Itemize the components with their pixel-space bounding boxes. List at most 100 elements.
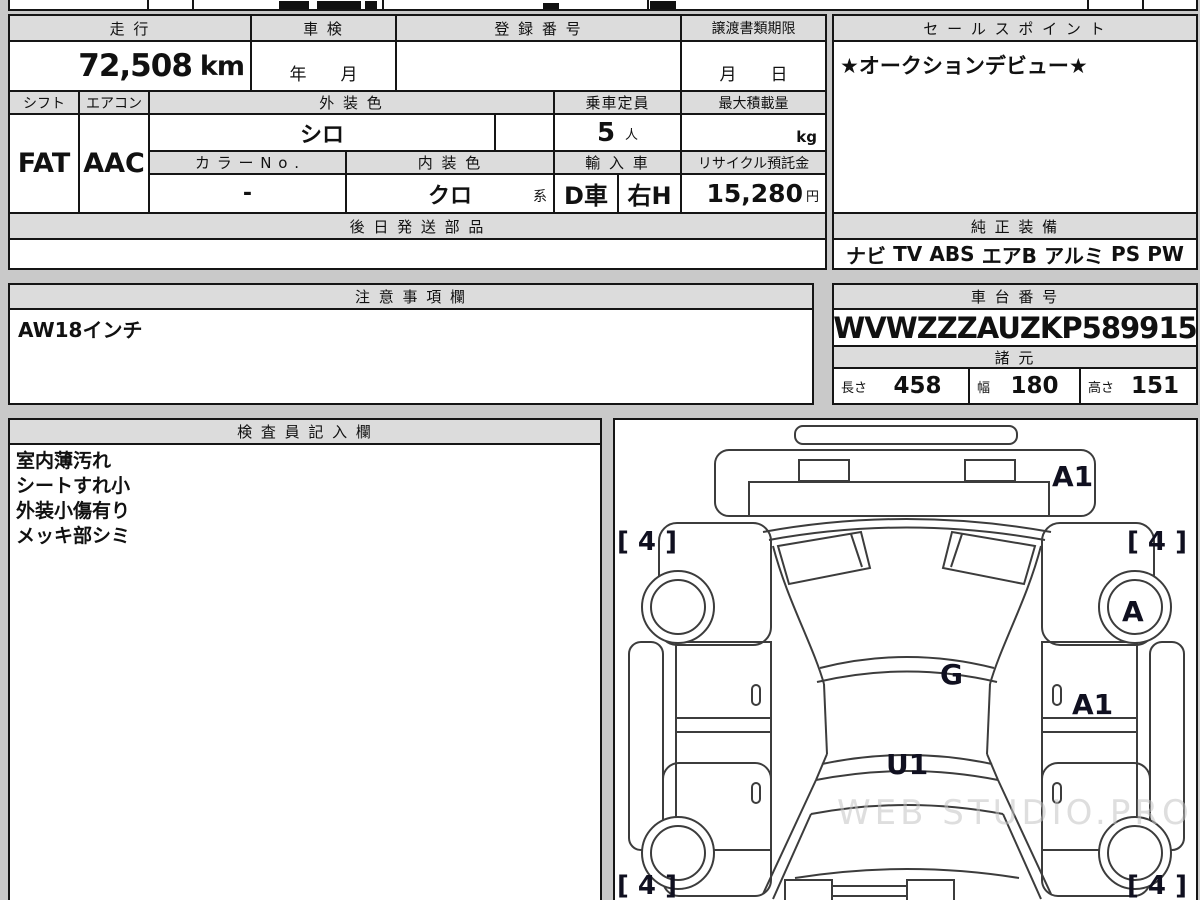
side-sill-left xyxy=(628,641,664,851)
color-no-header: カ ラ ー N o . xyxy=(148,150,347,175)
divider xyxy=(1142,0,1144,9)
inspection-header: 車 検 xyxy=(250,14,397,42)
divider xyxy=(192,0,194,9)
exterior-color-sub-cell xyxy=(494,113,555,152)
shift-value: FAT xyxy=(8,113,80,214)
damage-mark-4-rear-left: [ 4 ] xyxy=(617,527,677,557)
damage-mark-a1-rear: A1 xyxy=(1052,460,1093,493)
equipment-row: ナビ TV ABS エアB アルミ PS PW xyxy=(832,238,1198,270)
chassis-value: WVWZZZAUZKP589915 xyxy=(832,308,1198,347)
damage-mark-u1: U1 xyxy=(886,748,928,781)
rear-window-arc xyxy=(762,518,1052,533)
damage-mark-a1-door: A1 xyxy=(1072,688,1113,721)
mileage-header: 走 行 xyxy=(8,14,252,42)
registration-value-cell xyxy=(395,40,682,92)
sales-point-header: セ ー ル ス ポ イ ン ト xyxy=(832,14,1198,42)
dimension-length-cell: 長さ 458 xyxy=(832,367,970,405)
dimension-width-value: 180 xyxy=(1010,373,1059,399)
equipment-item: アルミ xyxy=(1044,243,1104,268)
trunk-lid xyxy=(748,481,1050,517)
divider xyxy=(1087,0,1089,9)
mileage-unit: km xyxy=(199,50,245,82)
front-bumper-left xyxy=(784,879,833,900)
inspector-header: 検 査 員 記 入 欄 xyxy=(8,418,602,445)
fender-crease xyxy=(772,813,812,900)
roof-arc xyxy=(819,656,995,669)
wiper-line xyxy=(850,533,863,568)
door-handle xyxy=(1052,684,1062,706)
cropped-text-fragment xyxy=(650,1,676,9)
roof-side xyxy=(772,545,825,685)
transfer-deadline-header: 譲渡書類期限 xyxy=(680,14,827,42)
rear-bar xyxy=(794,425,1018,445)
equipment-item: ナビ xyxy=(846,243,886,268)
watermark: WEB STUDIO.PRO xyxy=(837,793,1193,833)
mileage-value-cell: 72,508 km xyxy=(8,40,252,92)
interior-color-suffix: 系 xyxy=(533,189,547,205)
roof-side xyxy=(989,545,1042,685)
damage-mark-4-front-right: [ 4 ] xyxy=(1127,871,1187,900)
capacity-value: 5 xyxy=(596,117,616,148)
notes-header: 注 意 事 項 欄 xyxy=(8,283,814,310)
color-no-value: - xyxy=(148,173,347,214)
exterior-color-header: 外 装 色 xyxy=(148,90,555,115)
hood-arc xyxy=(794,868,1020,879)
damage-mark-4-rear-right: [ 4 ] xyxy=(1127,527,1187,557)
aircon-value: AAC xyxy=(78,113,150,214)
recycle-fee-unit: 円 xyxy=(805,190,819,205)
cabin-side xyxy=(823,683,828,755)
mileage-value: 72,508 xyxy=(78,48,193,84)
sales-point-value: ★オークションデビュー★ xyxy=(832,40,1198,214)
max-load-value-cell: kg xyxy=(680,113,827,152)
vehicle-diagram-box: WEB STUDIO.PRO A1 [ 4 ] [ 4 ] A G A1 U1 … xyxy=(613,418,1198,900)
inspection-value-cell: 年 月 xyxy=(250,40,397,92)
registration-header: 登 録 番 号 xyxy=(395,14,682,42)
inspector-notes: 室内薄汚れ シートすれ小 外装小傷有り メッキ部シミ xyxy=(8,443,602,900)
dimensions-header: 諸 元 xyxy=(832,345,1198,369)
cropped-top-row xyxy=(8,0,1198,11)
later-parts-value-cell xyxy=(8,238,827,270)
cropped-text-fragment xyxy=(543,3,559,9)
recycle-fee-header: リサイクル預託金 xyxy=(680,150,827,175)
damage-mark-g: G xyxy=(940,658,963,691)
a-pillar-line xyxy=(986,753,999,781)
dimension-length-value: 458 xyxy=(893,373,942,399)
aircon-header: エアコン xyxy=(78,90,150,115)
equipment-header: 純 正 装 備 xyxy=(832,212,1198,240)
inspector-note-line: メッキ部シミ xyxy=(16,525,131,547)
cabin-side xyxy=(986,683,991,755)
rear-window-arc xyxy=(768,526,1046,541)
cropped-text-fragment xyxy=(279,1,309,9)
exterior-color-value: シロ xyxy=(148,113,496,152)
recycle-fee-value: 15,280 xyxy=(706,179,803,208)
a-pillar-line xyxy=(815,753,828,781)
equipment-item: TV xyxy=(893,242,923,266)
transfer-deadline-value-cell: 月 日 xyxy=(680,40,827,92)
inspector-note-line: 外装小傷有り xyxy=(16,500,131,522)
roof-arc xyxy=(816,670,998,683)
dimension-width-cell: 幅 180 xyxy=(968,367,1081,405)
dimension-length-label: 長さ xyxy=(841,380,868,396)
import-car-header: 輸 入 車 xyxy=(553,150,682,175)
capacity-unit: 人 xyxy=(625,128,639,143)
cropped-text-fragment xyxy=(317,1,361,9)
wiper-line xyxy=(950,533,963,568)
equipment-item: PS xyxy=(1111,242,1141,266)
dimension-width-label: 幅 xyxy=(977,380,991,396)
wheel-rear-left xyxy=(641,570,715,644)
equipment-item: PW xyxy=(1147,242,1184,266)
notes-value: AW18インチ xyxy=(8,308,814,405)
dimension-height-cell: 高さ 151 xyxy=(1079,367,1198,405)
rear-window-pane xyxy=(941,530,1037,586)
capacity-value-cell: 5 人 xyxy=(553,113,682,152)
damage-mark-4-front-left: [ 4 ] xyxy=(617,871,677,900)
equipment-item: ABS xyxy=(929,242,975,266)
equipment-item: エアB xyxy=(981,243,1037,268)
divider xyxy=(382,0,384,9)
shift-header: シフト xyxy=(8,90,80,115)
divider xyxy=(647,0,649,9)
later-parts-header: 後 日 発 送 部 品 xyxy=(8,212,827,240)
tail-light-left xyxy=(798,459,850,482)
interior-color-value-cell: クロ 系 xyxy=(345,173,555,214)
max-load-header: 最大積載量 xyxy=(680,90,827,115)
